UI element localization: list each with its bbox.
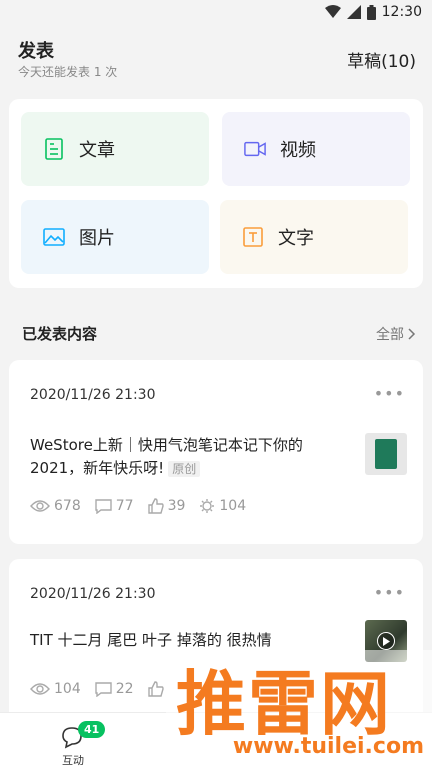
post-stats: 104 22 — [30, 681, 164, 697]
more-options-icon[interactable]: ••• — [374, 583, 405, 602]
text-icon — [242, 226, 264, 248]
nav-item-interact[interactable]: 41 互动 — [48, 721, 106, 767]
page-header: 发表 今天还能发表 1 次 草稿(10) — [0, 36, 432, 84]
comment-icon — [95, 681, 112, 697]
original-tag: 原创 — [168, 461, 201, 477]
share-icon — [200, 499, 215, 513]
article-icon — [43, 138, 65, 160]
wifi-icon — [324, 5, 341, 18]
section-title: 已发表内容 — [22, 325, 98, 343]
views-stat: 104 — [30, 681, 81, 697]
watermark: 推雷网 www.tuilei.com — [166, 650, 432, 768]
post-type-label: 视频 — [280, 140, 316, 161]
likes-stat: 39 — [147, 498, 186, 514]
comments-stat: 77 — [95, 498, 134, 514]
comments-count: 77 — [115, 498, 134, 514]
thumbs-up-icon — [147, 681, 164, 697]
status-time: 12:30 — [381, 4, 422, 20]
comments-count: 22 — [115, 681, 134, 697]
post-title: WeStore上新｜快用气泡笔记本记下你的2021，新年快乐呀! 原创 — [30, 434, 350, 480]
post-type-text[interactable]: 文字 — [220, 200, 408, 274]
post-type-label: 文章 — [79, 140, 115, 161]
notebook-thumbnail[interactable] — [365, 433, 407, 475]
likes-stat — [147, 681, 164, 697]
notification-badge: 41 — [78, 721, 106, 738]
published-section-header: 已发表内容 全部 — [0, 314, 432, 350]
post-type-label: 图片 — [79, 228, 115, 249]
post-stats: 678 77 39 104 — [30, 498, 246, 514]
video-icon — [244, 138, 266, 160]
watermark-url: www.tuilei.com — [232, 734, 424, 759]
signal-icon — [346, 5, 361, 19]
views-stat: 678 — [30, 498, 81, 514]
drafts-button[interactable]: 草稿(10) — [347, 47, 416, 72]
views-count: 104 — [54, 681, 81, 697]
page-title: 发表 — [18, 41, 54, 62]
eye-icon — [30, 683, 50, 695]
view-all-label: 全部 — [376, 327, 404, 343]
comments-stat: 22 — [95, 681, 134, 697]
post-type-video[interactable]: 视频 — [222, 112, 410, 186]
more-options-icon[interactable]: ••• — [374, 384, 405, 403]
eye-icon — [30, 500, 50, 512]
post-title-text: WeStore上新｜快用气泡笔记本记下你的2021，新年快乐呀! — [30, 436, 303, 477]
post-type-panel: 文章 视频 图片 文字 — [9, 99, 423, 288]
thumbs-up-icon — [147, 498, 164, 514]
chevron-right-icon — [408, 328, 416, 340]
comment-icon — [95, 498, 112, 514]
post-type-image[interactable]: 图片 — [21, 200, 209, 274]
page-subtitle: 今天还能发表 1 次 — [18, 65, 118, 79]
post-card[interactable]: 2020/11/26 21:30 ••• WeStore上新｜快用气泡笔记本记下… — [9, 360, 423, 544]
status-icons: 12:30 — [324, 4, 422, 20]
image-icon — [43, 226, 65, 248]
post-date: 2020/11/26 21:30 — [30, 586, 156, 602]
status-bar: 12:30 — [0, 0, 432, 26]
shares-count: 104 — [219, 498, 247, 514]
notebook-image — [375, 439, 397, 469]
view-all-button[interactable]: 全部 — [376, 324, 416, 344]
views-count: 678 — [54, 498, 81, 514]
post-type-label: 文字 — [278, 228, 314, 249]
battery-icon — [366, 4, 376, 20]
nav-label: 互动 — [62, 754, 84, 767]
post-type-article[interactable]: 文章 — [21, 112, 209, 186]
shares-stat: 104 — [199, 498, 246, 514]
post-date: 2020/11/26 21:30 — [30, 387, 156, 403]
likes-count: 39 — [167, 498, 186, 514]
